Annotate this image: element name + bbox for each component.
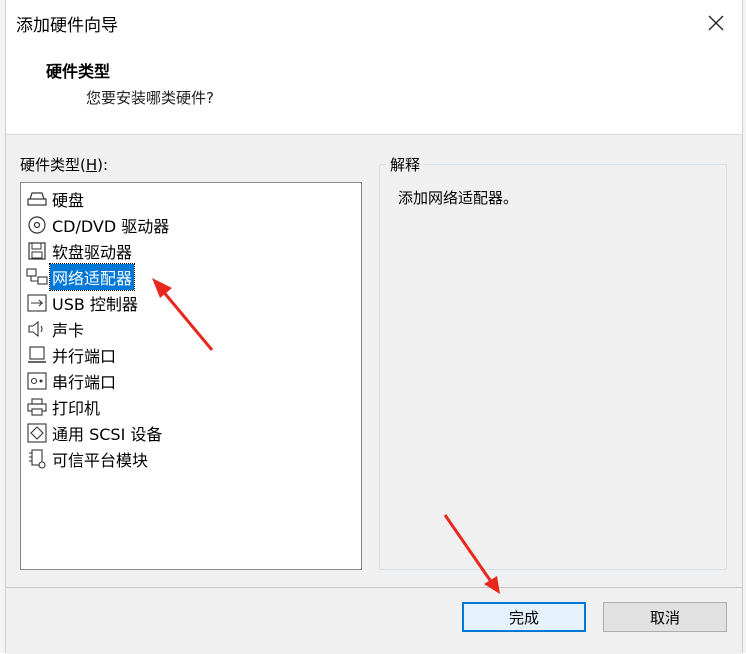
list-item-cd-dvd[interactable]: CD/DVD 驱动器 [26, 213, 171, 237]
list-item-usb-controller[interactable]: USB 控制器 [26, 291, 140, 315]
list-item-sound-card[interactable]: 声卡 [26, 317, 86, 341]
printer-icon [26, 396, 48, 418]
list-item-floppy[interactable]: 软盘驱动器 [26, 239, 134, 263]
wizard-header: 硬件类型 您要安装哪类硬件? [6, 44, 742, 135]
page-subtitle: 您要安装哪类硬件? [86, 89, 214, 107]
network-adapter-icon [26, 266, 48, 288]
list-item-hard-disk[interactable]: 硬盘 [26, 187, 86, 211]
parallel-port-icon [26, 344, 48, 366]
hardware-type-label: 硬件类型(H): [20, 156, 109, 174]
cancel-button[interactable]: 取消 [603, 602, 727, 632]
scsi-icon [26, 422, 48, 444]
description-title: 解释 [386, 154, 425, 175]
hardware-type-list[interactable]: 硬盘 CD/DVD 驱动器 软盘驱动器 网络适配器 USB 控制器 声卡 并行端… [20, 182, 362, 570]
title-bar: 添加硬件向导 [6, 0, 742, 44]
add-hardware-wizard-dialog: 添加硬件向导 硬件类型 您要安装哪类硬件? 硬件类型(H): 硬盘 CD/DVD [5, 0, 743, 654]
list-item-serial-port[interactable]: 串行端口 [26, 369, 118, 393]
wizard-body: 硬件类型(H): 硬盘 CD/DVD 驱动器 软盘驱动器 网络适配器 USB 控… [6, 135, 742, 587]
list-item-tpm[interactable]: 可信平台模块 [26, 447, 150, 471]
hard-disk-icon [26, 188, 48, 210]
list-item-network-adapter[interactable]: 网络适配器 [26, 263, 136, 291]
list-item-scsi-device[interactable]: 通用 SCSI 设备 [26, 421, 164, 445]
list-item-parallel-port[interactable]: 并行端口 [26, 343, 118, 367]
hotkey-letter: H [85, 156, 98, 174]
description-groupbox [379, 164, 727, 570]
close-button[interactable] [698, 8, 734, 38]
list-item-printer[interactable]: 打印机 [26, 395, 102, 419]
tpm-icon [26, 448, 48, 470]
cd-dvd-icon [26, 214, 48, 236]
finish-button[interactable]: 完成 [462, 602, 586, 632]
serial-port-icon [26, 370, 48, 392]
dialog-title: 添加硬件向导 [16, 16, 118, 36]
description-text: 添加网络适配器。 [398, 189, 519, 207]
usb-icon [26, 292, 48, 314]
button-bar: 完成 取消 [6, 587, 742, 654]
sound-card-icon [26, 318, 48, 340]
close-icon [708, 15, 724, 31]
floppy-icon [26, 240, 48, 262]
page-title: 硬件类型 [46, 62, 111, 81]
